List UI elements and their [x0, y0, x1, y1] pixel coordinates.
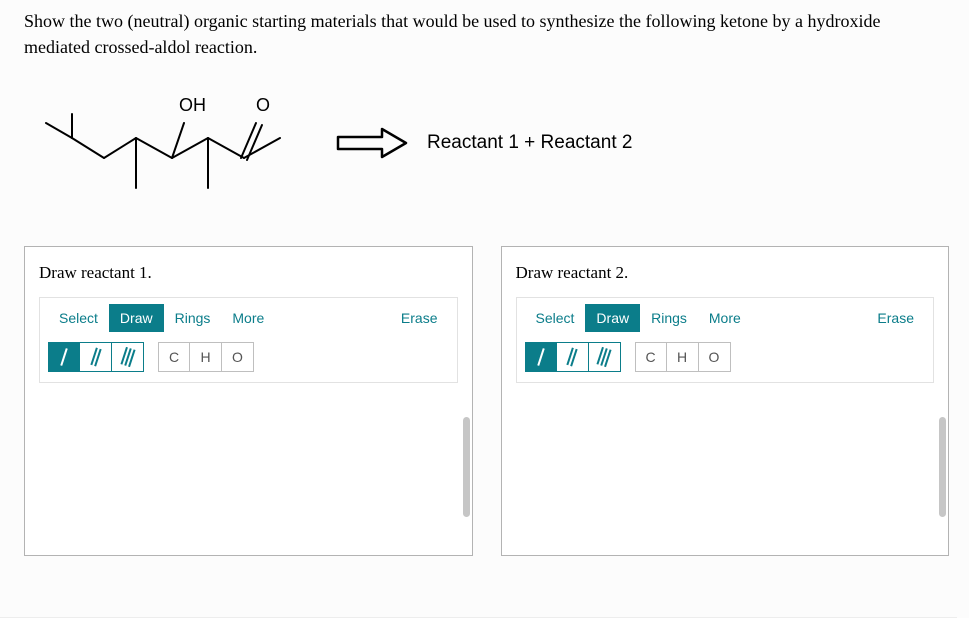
panel-2-canvas-scrollbar[interactable]: [937, 417, 946, 553]
tab-rings[interactable]: Rings: [164, 304, 222, 332]
double-bond-button[interactable]: [557, 342, 589, 372]
element-h-button[interactable]: H: [667, 342, 699, 372]
panel-reactant-2: Draw reactant 2. Select Draw Rings More …: [501, 246, 950, 556]
element-h-button[interactable]: H: [190, 342, 222, 372]
page-container[interactable]: Show the two (neutral) organic starting …: [0, 0, 969, 618]
panel-2-toolbar: Select Draw Rings More Erase C H O: [516, 297, 935, 383]
question-line2: mediated crossed-aldol reaction.: [24, 37, 257, 57]
element-c-button[interactable]: C: [635, 342, 667, 372]
element-c-button[interactable]: C: [158, 342, 190, 372]
panel-1-canvas-scrollbar[interactable]: [461, 417, 470, 553]
panel-1-tab-row: Select Draw Rings More Erase: [48, 304, 449, 332]
reaction-arrow-icon: [324, 123, 419, 163]
element-group: C H O: [635, 342, 731, 372]
element-o-button[interactable]: O: [222, 342, 254, 372]
panel-2-title: Draw reactant 2.: [516, 263, 935, 283]
bond-group: [48, 342, 144, 372]
panel-reactant-1: Draw reactant 1. Select Draw Rings More …: [24, 246, 473, 556]
bond-group: [525, 342, 621, 372]
tab-rings[interactable]: Rings: [640, 304, 698, 332]
panel-1-toolbar: Select Draw Rings More Erase C H O: [39, 297, 458, 383]
panel-2-tool-row: C H O: [525, 342, 926, 372]
prompt-row: OH O Reactant 1 + Reactant 2: [24, 68, 949, 218]
tab-draw[interactable]: Draw: [585, 304, 640, 332]
tab-select[interactable]: Select: [48, 304, 109, 332]
panels-row: Draw reactant 1. Select Draw Rings More …: [24, 246, 949, 556]
single-bond-button[interactable]: [525, 342, 557, 372]
question-text: Show the two (neutral) organic starting …: [24, 8, 949, 60]
panel-1-tool-row: C H O: [48, 342, 449, 372]
o-label: O: [256, 95, 270, 115]
tab-more[interactable]: More: [221, 304, 275, 332]
tab-draw[interactable]: Draw: [109, 304, 164, 332]
panel-1-title: Draw reactant 1.: [39, 263, 458, 283]
oh-label: OH: [179, 95, 206, 115]
triple-bond-button[interactable]: [589, 342, 621, 372]
panel-2-tab-row: Select Draw Rings More Erase: [525, 304, 926, 332]
single-bond-button[interactable]: [48, 342, 80, 372]
question-line1: Show the two (neutral) organic starting …: [24, 11, 880, 31]
triple-bond-button[interactable]: [112, 342, 144, 372]
tab-erase[interactable]: Erase: [866, 304, 925, 332]
double-bond-button[interactable]: [80, 342, 112, 372]
tab-erase[interactable]: Erase: [390, 304, 449, 332]
reactants-label: Reactant 1 + Reactant 2: [427, 132, 632, 154]
tab-more[interactable]: More: [698, 304, 752, 332]
tab-select[interactable]: Select: [525, 304, 586, 332]
element-group: C H O: [158, 342, 254, 372]
element-o-button[interactable]: O: [699, 342, 731, 372]
product-molecule: OH O: [24, 68, 324, 218]
